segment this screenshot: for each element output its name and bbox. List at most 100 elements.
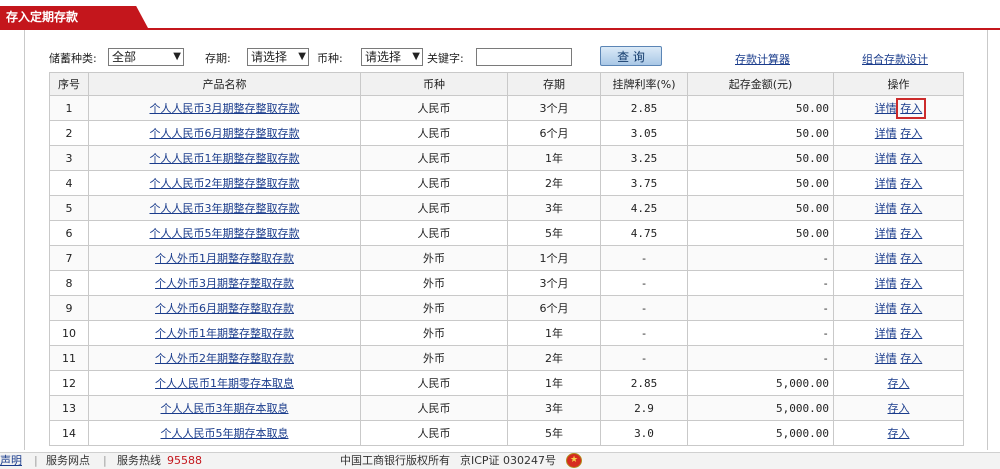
table-row: 12 个人人民币1年期零存本取息 人民币 1年 2.85 5,000.00 存入: [49, 370, 964, 396]
keyword-input[interactable]: [476, 48, 572, 66]
operation-cell: 详情 存入: [838, 300, 959, 316]
product-name-link[interactable]: 个人外币6月期整存整取存款: [155, 302, 294, 315]
product-name-link[interactable]: 个人人民币5年期整存整取存款: [150, 227, 300, 240]
cell-rate: -: [600, 270, 688, 296]
cell-min-amount: 50.00: [687, 95, 834, 121]
cell-no: 14: [49, 420, 89, 446]
cell-rate: 3.75: [600, 170, 688, 196]
search-button[interactable]: 查 询: [600, 46, 662, 66]
chevron-down-icon: ▼: [298, 51, 306, 62]
deposit-link[interactable]: 存入: [900, 352, 922, 365]
cell-min-amount: 5,000.00: [687, 395, 834, 421]
product-name-link[interactable]: 个人人民币1年期零存本取息: [155, 377, 294, 390]
deposit-link[interactable]: 存入: [900, 327, 922, 340]
cell-rate: 3.0: [600, 420, 688, 446]
deposit-calculator-link[interactable]: 存款计算器: [735, 51, 790, 67]
cell-no: 11: [49, 345, 89, 371]
product-name-link[interactable]: 个人人民币3年期存本取息: [161, 402, 289, 415]
deposit-link[interactable]: 存入: [896, 98, 927, 119]
cell-term: 3年: [507, 195, 601, 221]
main-panel: 储蓄种类: 全部 ▼ 存期: 请选择 ▼ 币种: 请选择 ▼ 关键字: 查 询 …: [24, 30, 988, 450]
chevron-down-icon: ▼: [173, 51, 181, 62]
detail-link[interactable]: 详情: [875, 252, 897, 265]
detail-link[interactable]: 详情: [875, 177, 897, 190]
product-name-link[interactable]: 个人人民币3年期整存整取存款: [150, 202, 300, 215]
currency-select[interactable]: 请选择 ▼: [361, 48, 423, 66]
cell-rate: -: [600, 345, 688, 371]
deposit-link[interactable]: 存入: [900, 177, 922, 190]
detail-link[interactable]: 详情: [875, 277, 897, 290]
detail-link[interactable]: 详情: [875, 202, 897, 215]
footer-divider: |: [103, 454, 107, 467]
footer-outlets-link[interactable]: 服务网点: [46, 453, 90, 469]
operation-cell: 详情 存入: [838, 125, 959, 141]
cell-term: 6个月: [507, 295, 601, 321]
product-name-link[interactable]: 个人人民币2年期整存整取存款: [150, 177, 300, 190]
deposit-link[interactable]: 存入: [888, 402, 910, 415]
tab-deposit-fixed[interactable]: 存入定期存款: [0, 6, 148, 28]
product-name-link[interactable]: 个人人民币3月期整存整取存款: [150, 102, 300, 115]
cell-no: 1: [49, 95, 89, 121]
type-select[interactable]: 全部 ▼: [108, 48, 184, 66]
deposit-link[interactable]: 存入: [900, 202, 922, 215]
product-name-link[interactable]: 个人人民币5年期存本取息: [161, 427, 289, 440]
product-name-link[interactable]: 个人人民币6月期整存整取存款: [150, 127, 300, 140]
header-min-amount: 起存金额(元): [687, 72, 834, 96]
table-row: 2 个人人民币6月期整存整取存款 人民币 6个月 3.05 50.00 详情 存入: [49, 120, 964, 146]
deposit-link[interactable]: 存入: [888, 377, 910, 390]
term-select-value: 请选择: [251, 50, 288, 64]
operation-cell: 存入: [838, 375, 959, 391]
cell-min-amount: 5,000.00: [687, 370, 834, 396]
deposit-link[interactable]: 存入: [888, 427, 910, 440]
header-currency: 币种: [360, 72, 508, 96]
currency-label: 币种:: [317, 52, 343, 65]
cell-rate: 4.75: [600, 220, 688, 246]
table-row: 7 个人外币1月期整存整取存款 外币 1个月 - - 详情 存入: [49, 245, 964, 271]
cell-currency: 人民币: [360, 170, 508, 196]
term-select[interactable]: 请选择 ▼: [247, 48, 309, 66]
footer-statement-link[interactable]: 声明: [0, 453, 22, 469]
combo-deposit-design-link[interactable]: 组合存款设计: [862, 51, 928, 67]
cell-no: 2: [49, 120, 89, 146]
cell-min-amount: -: [687, 245, 834, 271]
deposit-link[interactable]: 存入: [900, 127, 922, 140]
currency-select-value: 请选择: [365, 50, 402, 64]
deposit-link[interactable]: 存入: [900, 277, 922, 290]
cell-currency: 人民币: [360, 370, 508, 396]
cell-currency: 外币: [360, 245, 508, 271]
operation-cell: 详情 存入: [838, 200, 959, 216]
deposit-link[interactable]: 存入: [900, 152, 922, 165]
cell-term: 3年: [507, 395, 601, 421]
operation-cell: 详情 存入: [838, 225, 959, 241]
deposit-link[interactable]: 存入: [900, 302, 922, 315]
detail-link[interactable]: 详情: [875, 152, 897, 165]
cell-currency: 人民币: [360, 145, 508, 171]
cell-no: 8: [49, 270, 89, 296]
deposit-link[interactable]: 存入: [900, 227, 922, 240]
cell-rate: 3.25: [600, 145, 688, 171]
product-name-link[interactable]: 个人外币1年期整存整取存款: [155, 327, 294, 340]
cell-term: 3个月: [507, 270, 601, 296]
product-name-link[interactable]: 个人外币1月期整存整取存款: [155, 252, 294, 265]
national-emblem-icon: ★: [566, 453, 582, 468]
detail-link[interactable]: 详情: [875, 127, 897, 140]
detail-link[interactable]: 详情: [875, 102, 897, 115]
detail-link[interactable]: 详情: [875, 327, 897, 340]
cell-min-amount: -: [687, 345, 834, 371]
cell-term: 1年: [507, 320, 601, 346]
detail-link[interactable]: 详情: [875, 227, 897, 240]
detail-link[interactable]: 详情: [875, 352, 897, 365]
cell-rate: 3.05: [600, 120, 688, 146]
cell-min-amount: -: [687, 270, 834, 296]
deposit-link[interactable]: 存入: [900, 252, 922, 265]
keyword-label: 关键字:: [427, 52, 464, 65]
product-name-link[interactable]: 个人人民币1年期整存整取存款: [150, 152, 300, 165]
header-no: 序号: [49, 72, 89, 96]
term-label: 存期:: [205, 52, 231, 65]
product-name-link[interactable]: 个人外币2年期整存整取存款: [155, 352, 294, 365]
detail-link[interactable]: 详情: [875, 302, 897, 315]
product-name-link[interactable]: 个人外币3月期整存整取存款: [155, 277, 294, 290]
operation-cell: 详情 存入: [838, 250, 959, 266]
header-operation: 操作: [833, 72, 964, 96]
operation-cell: 详情 存入: [838, 98, 959, 119]
